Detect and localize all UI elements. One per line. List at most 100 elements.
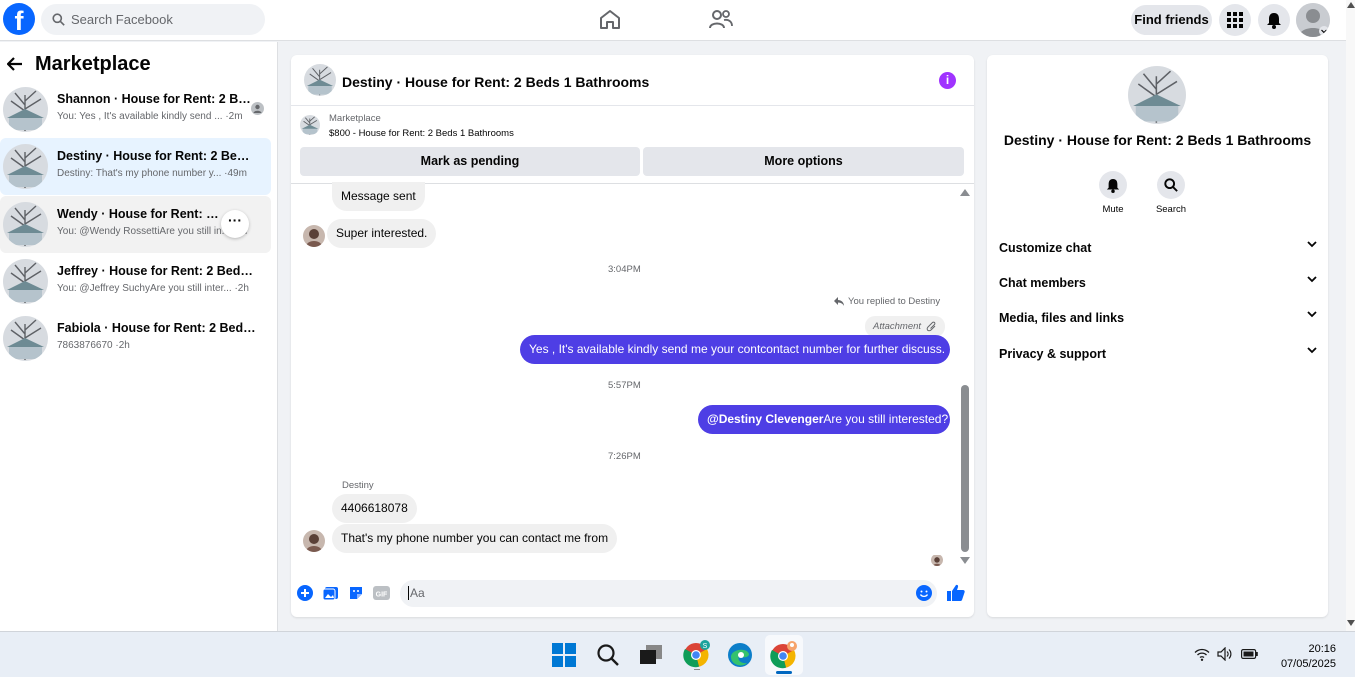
scroll-up-arrow-icon[interactable] [960, 188, 970, 196]
conversation-item-jeffrey[interactable]: Jeffrey · House for Rent: 2 Beds 1 Bathr… [0, 253, 271, 310]
sender-avatar[interactable] [303, 530, 325, 552]
message-timestamp: 7:26PM [608, 451, 641, 462]
conversation-preview: Destiny: That's my phone number y... · 49… [57, 168, 247, 179]
sticker-icon[interactable] [348, 585, 364, 601]
friends-icon[interactable] [709, 8, 733, 30]
chat-header: Destiny · House for Rent: 2 Beds 1 Bathr… [291, 55, 974, 106]
chevron-down-icon [1307, 276, 1317, 283]
user-avatar-icon [1296, 3, 1330, 37]
search-in-chat-button[interactable]: Search [1146, 171, 1196, 215]
sender-avatar[interactable] [303, 225, 325, 247]
conversation-more-button[interactable]: ··· [221, 210, 249, 238]
scroll-up-arrow-icon[interactable] [1347, 2, 1355, 8]
plus-icon[interactable] [297, 585, 313, 601]
conversation-item-destiny[interactable]: Destiny · House for Rent: 2 Beds 1 Bathr… [0, 138, 271, 195]
listing-thumbnail [3, 316, 48, 361]
listing-price-title[interactable]: $800 - House for Rent: 2 Beds 1 Bathroom… [329, 128, 514, 139]
battery-icon[interactable] [1241, 649, 1258, 659]
paperclip-icon [926, 321, 936, 332]
home-icon[interactable] [598, 8, 622, 30]
scroll-down-arrow-icon[interactable] [960, 557, 970, 565]
windows-taskbar: S 20:16 07/05/2025 [0, 631, 1355, 677]
details-avatar [1128, 66, 1186, 124]
clock-time: 20:16 [1308, 643, 1336, 655]
message-bubble-incoming[interactable]: Message sent [332, 182, 425, 211]
conversation-name: Destiny · House for Rent: 2 Beds 1 Bathr… [57, 149, 257, 163]
message-input[interactable]: Aa [400, 580, 937, 607]
mute-button[interactable]: Mute [1088, 171, 1138, 215]
search-input[interactable]: Search Facebook [41, 4, 265, 35]
page-scrollbar[interactable] [1346, 0, 1355, 631]
svg-text:GIF: GIF [376, 592, 388, 599]
wifi-icon[interactable] [1194, 648, 1210, 661]
message-timestamp: 3:04PM [608, 264, 641, 275]
listing-thumbnail [3, 202, 48, 247]
reply-indicator: You replied to Destiny [834, 296, 940, 307]
search-icon [52, 13, 65, 26]
menu-button[interactable] [1219, 4, 1251, 36]
bell-icon [1267, 12, 1281, 29]
message-bubble-incoming[interactable]: That's my phone number you can contact m… [332, 524, 618, 553]
conversation-name: Fabiola · House for Rent: 2 Beds 1 Bathr… [57, 321, 257, 335]
clock-date: 07/05/2025 [1280, 658, 1336, 670]
listing-source-label: Marketplace [329, 113, 381, 124]
read-receipt-avatar [931, 554, 943, 566]
chat-panel: Destiny · House for Rent: 2 Beds 1 Bathr… [291, 55, 974, 617]
notifications-button[interactable] [1258, 4, 1290, 36]
facebook-logo[interactable]: f [3, 3, 35, 35]
message-bubble-incoming[interactable]: Super interested. [327, 219, 437, 248]
chat-members-section[interactable]: Chat members [999, 276, 1317, 290]
gif-icon[interactable]: GIF [373, 585, 390, 601]
message-bubble-outgoing[interactable]: Yes , It's available kindly send me your… [520, 335, 950, 364]
windows-start-icon[interactable] [552, 643, 576, 667]
chrome-profile-s-icon[interactable]: S [683, 640, 711, 670]
media-files-links-section[interactable]: Media, files and links [999, 311, 1317, 325]
more-options-button[interactable]: More options [643, 147, 964, 176]
find-friends-button[interactable]: Find friends [1131, 5, 1212, 35]
top-navigation-bar: f Search Facebook Find friends [0, 0, 1346, 41]
mute-label: Mute [1102, 204, 1124, 215]
conversation-name: Jeffrey · House for Rent: 2 Beds 1 Bathr… [57, 264, 257, 278]
sidebar-title: Marketplace [35, 53, 151, 75]
like-thumb-icon[interactable] [947, 584, 965, 601]
scrollbar-thumb[interactable] [961, 385, 969, 552]
customize-chat-section[interactable]: Customize chat [999, 241, 1317, 255]
listing-thumbnail [3, 259, 48, 304]
emoji-icon[interactable] [916, 585, 932, 601]
chrome-profile-icon [770, 641, 797, 669]
conversation-preview: You: Yes , It's available kindly send ..… [57, 111, 243, 122]
chevron-down-icon [1307, 241, 1317, 248]
photo-icon[interactable] [323, 585, 339, 601]
chevron-down-icon [1307, 347, 1317, 354]
chat-title[interactable]: Destiny · House for Rent: 2 Beds 1 Bathr… [342, 74, 649, 90]
info-icon[interactable]: i [939, 72, 956, 89]
search-placeholder: Search Facebook [71, 12, 173, 27]
profile-avatar-button[interactable] [1296, 3, 1330, 37]
conversation-name: Wendy · House for Rent: 2 Beds 1 Bathroo… [57, 207, 222, 221]
message-bubble-incoming[interactable]: 4406618078 [332, 494, 417, 523]
conversation-item-shannon[interactable]: Shannon · House for Rent: 2 Beds 1 Bathr… [0, 81, 271, 138]
mark-as-pending-button[interactable]: Mark as pending [300, 147, 640, 176]
bell-icon [1106, 178, 1120, 193]
seen-user-icon [251, 102, 264, 115]
reply-arrow-icon [834, 297, 844, 306]
message-composer: GIF Aa [291, 575, 974, 617]
privacy-support-section[interactable]: Privacy & support [999, 347, 1317, 361]
edge-browser-icon[interactable] [727, 642, 753, 668]
message-bubble-outgoing[interactable]: @Destiny ClevengerAre you still interest… [698, 405, 950, 434]
mention[interactable]: @Destiny Clevenger [707, 412, 823, 426]
conversation-item-fabiola[interactable]: Fabiola · House for Rent: 2 Beds 1 Bathr… [0, 310, 271, 367]
listing-thumbnail [3, 144, 48, 189]
sender-name: Destiny [342, 480, 374, 491]
task-view-icon[interactable] [640, 645, 662, 665]
details-title: Destiny · House for Rent: 2 Beds 1 Bathr… [1003, 132, 1312, 148]
system-clock[interactable]: 20:16 07/05/2025 [1260, 642, 1336, 672]
back-arrow-icon[interactable] [7, 57, 23, 71]
taskbar-active-app[interactable] [765, 635, 803, 675]
volume-icon[interactable] [1217, 647, 1232, 661]
chat-avatar[interactable] [304, 64, 336, 96]
listing-thumbnail[interactable] [300, 115, 320, 135]
search-icon[interactable] [596, 643, 620, 667]
scroll-down-arrow-icon[interactable] [1347, 620, 1355, 626]
replied-attachment-preview[interactable]: Attachment [865, 316, 946, 337]
